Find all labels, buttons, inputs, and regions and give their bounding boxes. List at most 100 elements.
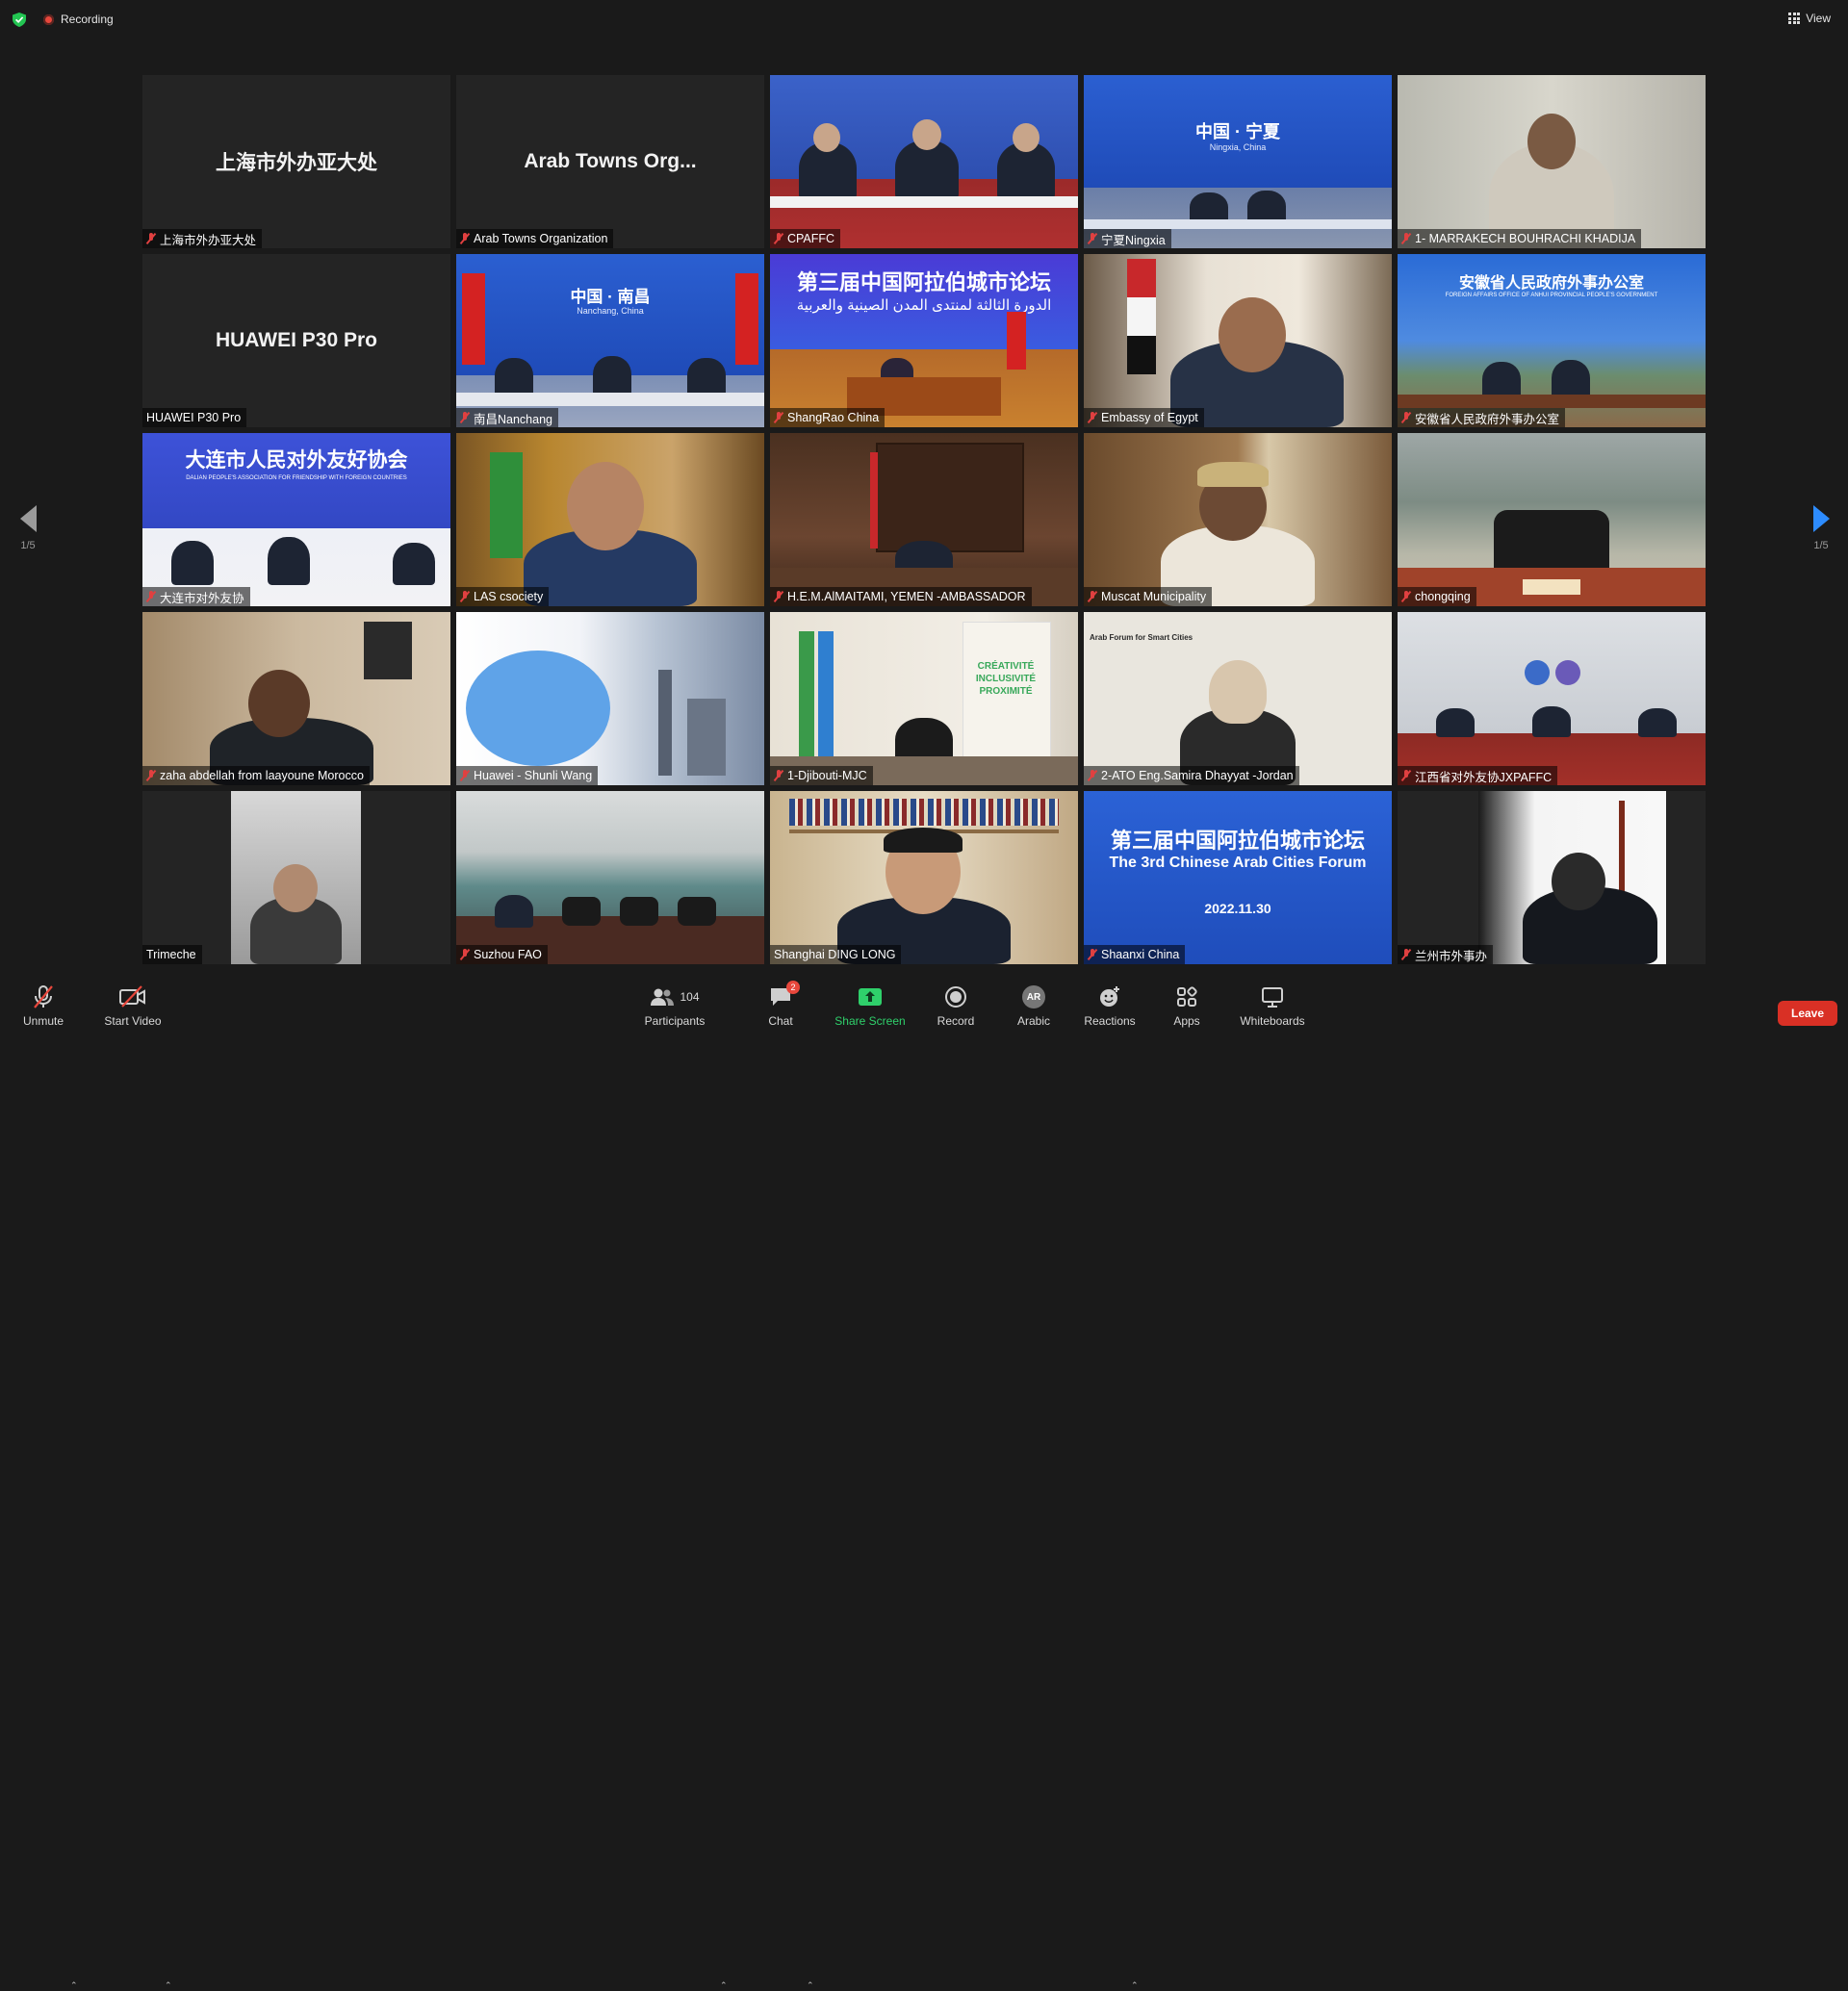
video-tile[interactable]: Suzhou FAO xyxy=(456,791,764,964)
backdrop-subtitle: The 3rd Chinese Arab Cities Forum xyxy=(1109,855,1367,871)
participant-name: Muscat Municipality xyxy=(1101,590,1207,603)
participant-name-bar: Huawei - Shunli Wang xyxy=(456,766,599,785)
backdrop-subtitle: FOREIGN AFFAIRS OFFICE OF ANHUI PROVINCI… xyxy=(1445,293,1658,298)
participant-display-name: 上海市外办亚大处 xyxy=(216,152,377,174)
video-camera-off-icon xyxy=(119,985,145,1008)
video-feed: 中国 · 南昌 Nanchang, China xyxy=(456,254,764,427)
video-tile[interactable]: 第三届中国阿拉伯城市论坛 The 3rd Chinese Arab Cities… xyxy=(1084,791,1392,964)
recording-dot-icon xyxy=(43,13,54,25)
previous-page-button[interactable]: 1/5 xyxy=(9,505,47,551)
participant-name: 兰州市外事办 xyxy=(1415,949,1488,963)
participants-button[interactable]: 104 Participants xyxy=(636,983,713,1028)
video-feed: 第三届中国阿拉伯城市论坛 The 3rd Chinese Arab Cities… xyxy=(1084,791,1392,964)
video-tile[interactable]: LAS csociety xyxy=(456,433,764,606)
video-feed xyxy=(456,612,764,785)
video-tile[interactable]: CRÉATIVITÉ INCLUSIVITÉ PROXIMITÉ 1-Djibo… xyxy=(770,612,1078,785)
next-page-button[interactable]: 1/5 xyxy=(1802,505,1840,551)
video-feed xyxy=(770,75,1078,248)
reactions-button[interactable]: Reactions xyxy=(1071,983,1148,1028)
video-tile[interactable]: H.E.M.AlMAITAMI, YEMEN -AMBASSADOR xyxy=(770,433,1078,606)
start-video-button[interactable]: Start Video xyxy=(94,983,171,1028)
participant-name-bar: Arab Towns Organization xyxy=(456,229,614,248)
participants-label: Participants xyxy=(644,1014,706,1028)
video-options-caret-icon[interactable]: ⌃ xyxy=(165,1980,172,1991)
video-tile[interactable]: Huawei - Shunli Wang xyxy=(456,612,764,785)
video-tile[interactable]: chongqing xyxy=(1398,433,1706,606)
whiteboards-button[interactable]: Whiteboards xyxy=(1234,983,1311,1028)
mic-muted-icon xyxy=(1088,949,1097,960)
unmute-button[interactable]: Unmute xyxy=(5,983,82,1028)
audio-options-caret-icon[interactable]: ⌃ xyxy=(70,1980,78,1991)
video-tile[interactable]: 大连市人民对外友好协会 DALIAN PEOPLE'S ASSOCIATION … xyxy=(142,433,450,606)
video-tile[interactable]: Muscat Municipality xyxy=(1084,433,1392,606)
video-tile[interactable]: 中国 · 南昌 Nanchang, China 南昌Nanchang xyxy=(456,254,764,427)
video-tile[interactable]: Arab Forum for Smart Cities 2-ATO Eng.Sa… xyxy=(1084,612,1392,785)
share-screen-icon xyxy=(859,988,882,1006)
video-feed xyxy=(456,791,764,964)
arrow-left-icon xyxy=(19,505,37,532)
chat-unread-badge: 2 xyxy=(786,981,800,994)
video-feed: 安徽省人民政府外事办公室 FOREIGN AFFAIRS OFFICE OF A… xyxy=(1398,254,1706,427)
recording-indicator[interactable]: Recording xyxy=(43,13,114,26)
chat-button[interactable]: 2 Chat xyxy=(742,981,819,1028)
meeting-toolbar: Unmute ⌃ Start Video ⌃ 104 Participants … xyxy=(0,978,1848,1990)
participant-name-bar: 大连市对外友协 xyxy=(142,587,250,606)
video-tile[interactable]: 上海市外办亚大处 上海市外办亚大处 xyxy=(142,75,450,248)
video-tile[interactable]: Embassy of Egypt xyxy=(1084,254,1392,427)
mic-muted-icon xyxy=(774,770,783,781)
video-tile[interactable]: zaha abdellah from laayoune Morocco xyxy=(142,612,450,785)
video-tile[interactable]: 江西省对外友协JXPAFFC xyxy=(1398,612,1706,785)
interpretation-button[interactable]: AR Arabic xyxy=(995,983,1072,1028)
record-button[interactable]: Record xyxy=(917,983,994,1028)
video-tile[interactable]: HUAWEI P30 Pro HUAWEI P30 Pro xyxy=(142,254,450,427)
mic-muted-icon xyxy=(774,233,783,244)
share-screen-button[interactable]: Share Screen xyxy=(832,983,909,1028)
recording-label: Recording xyxy=(61,13,114,26)
video-tile[interactable]: 安徽省人民政府外事办公室 FOREIGN AFFAIRS OFFICE OF A… xyxy=(1398,254,1706,427)
video-feed xyxy=(1398,612,1706,785)
video-feed: 大连市人民对外友好协会 DALIAN PEOPLE'S ASSOCIATION … xyxy=(142,433,450,606)
mic-muted-icon xyxy=(1088,233,1097,244)
participant-name-bar: LAS csociety xyxy=(456,587,550,606)
participant-name: 1-Djibouti-MJC xyxy=(787,769,867,782)
participant-name: Trimeche xyxy=(146,948,196,961)
start-video-label: Start Video xyxy=(104,1014,162,1028)
video-feed xyxy=(456,433,764,606)
chat-options-caret-icon[interactable]: ⌃ xyxy=(807,1980,814,1991)
security-shield-icon[interactable] xyxy=(13,13,26,27)
video-tile[interactable]: 中国 · 宁夏 Ningxia, China 宁夏Ningxia xyxy=(1084,75,1392,248)
video-tile[interactable]: Arab Towns Org... Arab Towns Organizatio… xyxy=(456,75,764,248)
video-feed xyxy=(142,791,450,964)
video-feed xyxy=(770,791,1078,964)
gallery-view: 上海市外办亚大处 上海市外办亚大处 Arab Towns Org... Arab… xyxy=(142,75,1706,966)
video-tile[interactable]: Trimeche xyxy=(142,791,450,964)
backdrop-title: 第三届中国阿拉伯城市论坛 xyxy=(796,270,1051,294)
participant-name-bar: ShangRao China xyxy=(770,408,886,427)
participant-name: 江西省对外友协JXPAFFC xyxy=(1415,770,1553,784)
video-feed: 第三届中国阿拉伯城市论坛 الدورة الثالثة لمنتدى المدن… xyxy=(770,254,1078,427)
record-label: Record xyxy=(937,1014,975,1028)
apps-button[interactable]: Apps xyxy=(1148,983,1225,1028)
backdrop-title: 安徽省人民政府外事办公室 xyxy=(1458,275,1644,292)
page-indicator-right: 1/5 xyxy=(1813,540,1829,551)
video-tile[interactable]: 兰州市外事办 xyxy=(1398,791,1706,964)
video-tile[interactable]: 1- MARRAKECH BOUHRACHI KHADIJA xyxy=(1398,75,1706,248)
participants-icon xyxy=(651,988,675,1006)
video-feed xyxy=(770,433,1078,606)
participant-name-bar: zaha abdellah from laayoune Morocco xyxy=(142,766,370,785)
participant-name-bar: HUAWEI P30 Pro xyxy=(142,408,247,427)
backdrop-title: CRÉATIVITÉ INCLUSIVITÉ PROXIMITÉ xyxy=(975,661,1037,697)
smiley-plus-icon xyxy=(1100,986,1119,1007)
participant-name-bar: 1-Djibouti-MJC xyxy=(770,766,873,785)
active-speaker-tile[interactable]: Shanghai DING LONG xyxy=(770,791,1078,964)
participant-name-bar: 宁夏Ningxia xyxy=(1084,229,1171,248)
video-tile[interactable]: CPAFFC xyxy=(770,75,1078,248)
participant-name: 上海市外办亚大处 xyxy=(160,233,257,247)
reactions-options-caret-icon[interactable]: ⌃ xyxy=(1131,1980,1139,1991)
top-bar: Recording View xyxy=(0,0,1848,38)
participants-options-caret-icon[interactable]: ⌃ xyxy=(720,1980,728,1991)
leave-button[interactable]: Leave xyxy=(1778,1001,1837,1026)
video-feed xyxy=(1084,433,1392,606)
video-tile[interactable]: 第三届中国阿拉伯城市论坛 الدورة الثالثة لمنتدى المدن… xyxy=(770,254,1078,427)
view-button[interactable]: View xyxy=(1788,12,1831,25)
